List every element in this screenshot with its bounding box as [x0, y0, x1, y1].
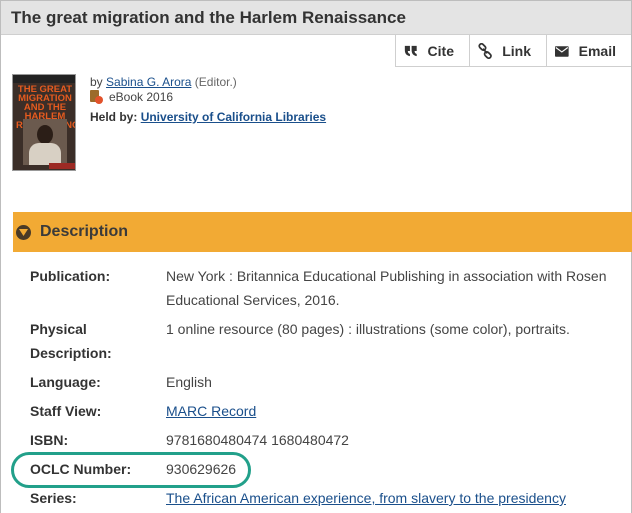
held-by-label: Held by: [90, 110, 138, 124]
cite-label: Cite [427, 43, 454, 59]
detail-label: Series: [30, 490, 77, 506]
link-label: Link [502, 43, 531, 59]
oclc-highlight-outline [11, 452, 251, 488]
held-by-line: Held by: University of California Librar… [90, 110, 326, 124]
format-line: eBook 2016 [90, 90, 173, 104]
record-panel: The great migration and the Harlem Renai… [0, 0, 632, 513]
cover-figure [29, 143, 61, 165]
author-role: (Editor.) [194, 75, 237, 89]
detail-value: English [166, 374, 212, 390]
author-link[interactable]: Sabina G. Arora [106, 75, 191, 89]
author-line: by Sabina G. Arora (Editor.) [90, 75, 237, 89]
marc-record-link[interactable]: MARC Record [166, 403, 256, 419]
collapse-caret-icon [16, 224, 31, 240]
by-prefix: by [90, 75, 103, 89]
detail-value: MARC Record [166, 399, 621, 423]
series-link[interactable]: The African American experience, from sl… [166, 490, 566, 506]
detail-value: The African American experience, from sl… [166, 486, 621, 510]
format-text: eBook 2016 [109, 90, 174, 104]
detail-value: New York : Britannica Educational Publis… [166, 268, 607, 308]
cite-button[interactable]: Cite [395, 35, 469, 67]
cover-band [13, 75, 75, 83]
detail-label: Staff View: [30, 403, 102, 419]
description-toggle[interactable]: Description [13, 212, 632, 252]
chain-link-icon [478, 43, 492, 59]
link-button[interactable]: Link [469, 35, 546, 67]
book-cover-image[interactable]: THE GREAT MIGRATION AND THE HARLEM RENAI… [12, 74, 76, 171]
quote-icon [404, 45, 417, 57]
envelope-icon [555, 45, 569, 57]
detail-label: Physical Description: [30, 321, 112, 361]
email-label: Email [578, 43, 616, 59]
title-bar: The great migration and the Harlem Renai… [1, 1, 631, 35]
detail-label: Language: [30, 374, 101, 390]
action-toolbar: Cite Link Email [395, 35, 631, 67]
held-by-link[interactable]: University of California Libraries [141, 110, 326, 124]
detail-value: 1 online resource (80 pages) : illustrat… [166, 321, 570, 337]
description-header: Description [40, 223, 129, 240]
detail-label: ISBN: [30, 432, 69, 448]
detail-value: 9781680480474 1680480472 [166, 432, 349, 448]
detail-label: Publication: [30, 268, 111, 284]
ebook-icon [90, 90, 103, 104]
cover-publisher-mark [49, 163, 75, 169]
cover-face [37, 125, 53, 144]
record-title: The great migration and the Harlem Renai… [11, 8, 406, 27]
email-button[interactable]: Email [546, 35, 631, 67]
